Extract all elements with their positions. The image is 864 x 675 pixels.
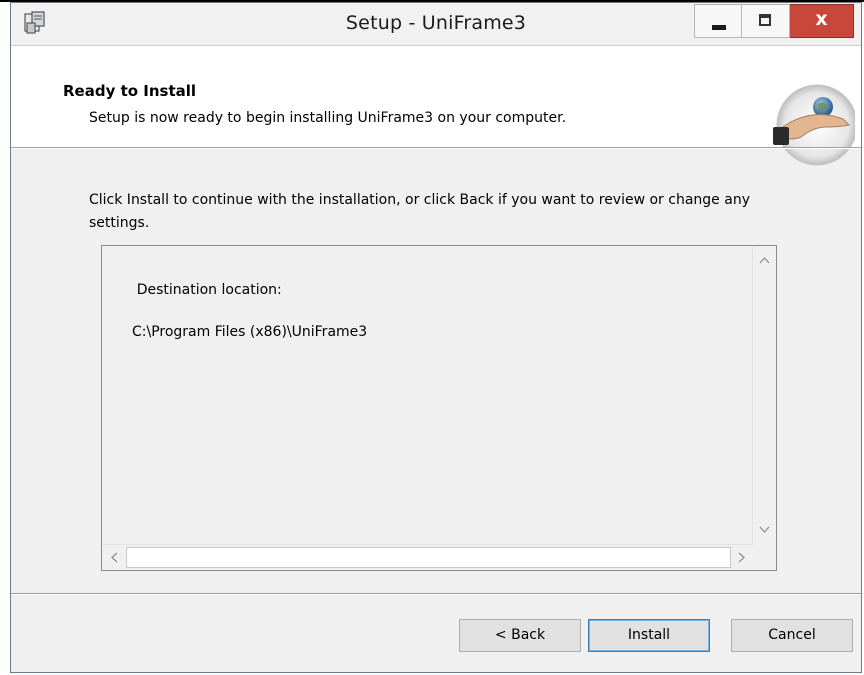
cancel-button[interactable]: Cancel bbox=[731, 619, 853, 652]
maximize-icon bbox=[759, 14, 771, 26]
title-bar[interactable]: Setup - UniFrame3 x bbox=[11, 3, 861, 45]
footer-divider-highlight bbox=[11, 594, 861, 595]
ready-memo-box[interactable]: Destination location: C:\Program Files (… bbox=[101, 245, 777, 571]
minimize-icon bbox=[712, 25, 726, 30]
wizard-header: Ready to Install Setup is now ready to b… bbox=[11, 45, 861, 166]
scroll-up-icon[interactable] bbox=[759, 256, 770, 264]
instructions-text: Click Install to continue with the insta… bbox=[89, 192, 750, 231]
setup-window: Setup - UniFrame3 x Ready to Install Set… bbox=[10, 2, 862, 673]
header-divider-highlight bbox=[11, 148, 861, 149]
memo-content: Destination location: C:\Program Files (… bbox=[110, 259, 367, 385]
memo-label: Destination location: bbox=[136, 282, 282, 298]
scroll-left-icon[interactable] bbox=[110, 552, 118, 563]
horizontal-scrollbar[interactable] bbox=[102, 544, 753, 570]
close-button[interactable]: x bbox=[790, 4, 854, 38]
horizontal-scroll-thumb[interactable] bbox=[126, 547, 731, 568]
hand-holding-globe-icon bbox=[773, 84, 855, 166]
memo-destination-path: C:\Program Files (x86)\UniFrame3 bbox=[132, 324, 368, 340]
scroll-down-icon[interactable] bbox=[759, 526, 770, 534]
vertical-scrollbar[interactable] bbox=[752, 246, 776, 545]
close-icon: x bbox=[815, 8, 828, 30]
scroll-right-icon[interactable] bbox=[738, 552, 746, 563]
back-button[interactable]: < Back bbox=[459, 619, 581, 652]
maximize-button[interactable] bbox=[742, 4, 790, 38]
install-button[interactable]: Install bbox=[588, 619, 710, 652]
minimize-button[interactable] bbox=[694, 4, 742, 38]
vertical-scroll-track[interactable] bbox=[755, 271, 774, 521]
page-subtitle: Setup is now ready to begin installing U… bbox=[89, 110, 567, 126]
page-title: Ready to Install bbox=[63, 82, 197, 100]
scrollbar-corner bbox=[753, 545, 776, 570]
